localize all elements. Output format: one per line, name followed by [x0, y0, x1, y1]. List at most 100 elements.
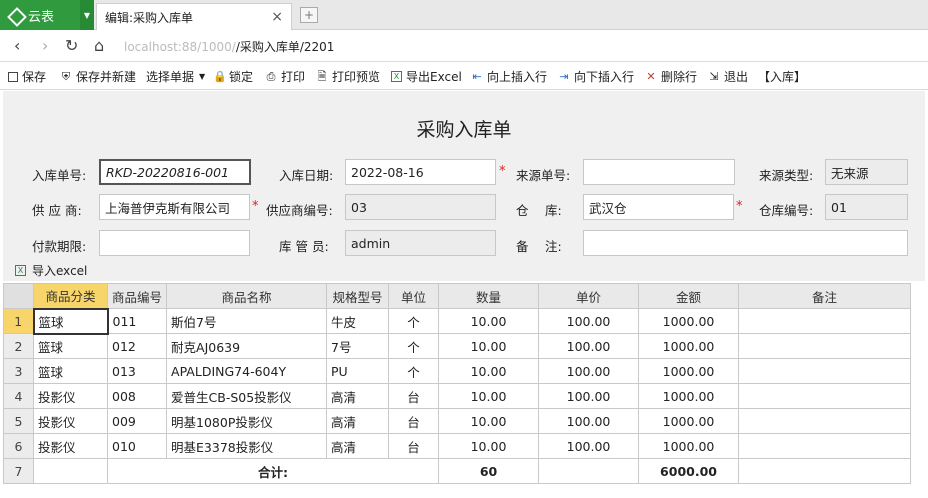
print-button[interactable]: ⎙ 打印	[265, 68, 305, 85]
grid-cell-cat[interactable]: 投影仪	[33, 383, 108, 409]
stock-in-button[interactable]: 【入库】	[758, 68, 806, 85]
grid-cell-price[interactable]: 100.00	[538, 358, 640, 384]
remark-label: 备 注:	[516, 239, 562, 254]
grid-cell-amount[interactable]: 1000.00	[638, 408, 740, 434]
order-no-field[interactable]: RKD-20220816-001	[99, 159, 251, 185]
column-header[interactable]: 单位	[388, 283, 440, 309]
app-menu-button[interactable]: 云表	[0, 0, 80, 30]
source-no-field[interactable]	[583, 159, 735, 185]
delete-row-button[interactable]: ✕ 删除行	[645, 68, 697, 85]
supplier-field[interactable]: 上海普伊克斯有限公司	[99, 194, 250, 220]
grid-cell-code[interactable]: 013	[106, 358, 168, 384]
exit-button[interactable]: ⇲ 退出	[708, 68, 748, 85]
grid-cell-name[interactable]: 明基E3378投影仪	[166, 433, 328, 459]
column-header[interactable]: 备注	[738, 283, 912, 309]
import-excel-button[interactable]: X 导入excel	[15, 262, 87, 279]
grid-cell-code[interactable]: 008	[106, 383, 168, 409]
grid-cell-amount[interactable]: 1000.00	[638, 358, 740, 384]
print-preview-button[interactable]: 🗎 打印预览	[316, 68, 380, 85]
back-icon[interactable]: ‹	[14, 36, 20, 55]
export-excel-button[interactable]: X 导出Excel	[391, 68, 462, 85]
grid-cell-unit[interactable]: 个	[388, 308, 440, 334]
row-number[interactable]: 2	[3, 333, 34, 359]
column-header[interactable]: 数量	[438, 283, 540, 309]
row-number[interactable]: 4	[3, 383, 34, 409]
grid-cell-qty[interactable]: 10.00	[438, 408, 540, 434]
close-icon[interactable]: ×	[271, 9, 283, 25]
select-document-button[interactable]: 选择单据 ▼	[146, 68, 208, 85]
payment-term-field[interactable]	[99, 230, 250, 256]
grid-cell-price[interactable]: 100.00	[538, 383, 640, 409]
grid-cell-amount[interactable]: 1000.00	[638, 383, 740, 409]
grid-cell-spec[interactable]: 7号	[326, 333, 390, 359]
grid-cell-name[interactable]: 爱普生CB-S05投影仪	[166, 383, 328, 409]
warehouse-field[interactable]: 武汉仓	[583, 194, 734, 220]
grid-cell-spec[interactable]: 高清	[326, 383, 390, 409]
grid-cell-name[interactable]: APALDING74-604Y	[166, 358, 328, 384]
grid-cell-spec[interactable]: 牛皮	[326, 308, 390, 334]
grid-cell-qty[interactable]: 10.00	[438, 358, 540, 384]
grid-cell-note[interactable]	[738, 358, 912, 384]
row-number[interactable]: 1	[3, 308, 34, 334]
grid-cell-cat[interactable]: 投影仪	[33, 408, 108, 434]
grid-cell-price[interactable]: 100.00	[538, 408, 640, 434]
grid-cell-unit[interactable]: 个	[388, 358, 440, 384]
url-field[interactable]: localhost:88/1000//采购入库单/2201	[124, 38, 334, 55]
tab-edit-receipt[interactable]: 编辑:采购入库单 ×	[96, 3, 292, 30]
grid-cell-name[interactable]: 斯伯7号	[166, 308, 328, 334]
insert-row-below-button[interactable]: ⇥ 向下插入行	[558, 68, 634, 85]
grid-cell-spec[interactable]: 高清	[326, 408, 390, 434]
grid-cell-code[interactable]: 011	[106, 308, 168, 334]
grid-cell-unit[interactable]: 台	[388, 383, 440, 409]
grid-cell-code[interactable]: 012	[106, 333, 168, 359]
reload-icon[interactable]: ↻	[65, 36, 78, 55]
grid-cell-name[interactable]: 明基1080P投影仪	[166, 408, 328, 434]
grid-cell-cat[interactable]: 篮球	[32, 307, 109, 335]
column-header[interactable]: 规格型号	[326, 283, 390, 309]
row-number[interactable]: 3	[3, 358, 34, 384]
grid-cell-amount[interactable]: 1000.00	[638, 433, 740, 459]
grid-cell-price[interactable]: 100.00	[538, 433, 640, 459]
row-number[interactable]: 5	[3, 408, 34, 434]
grid-cell-cat[interactable]: 篮球	[33, 333, 108, 359]
grid-cell-cat[interactable]: 投影仪	[33, 433, 108, 459]
column-header[interactable]: 金额	[638, 283, 740, 309]
grid-cell-amount[interactable]: 1000.00	[638, 333, 740, 359]
grid-cell-unit[interactable]: 个	[388, 333, 440, 359]
grid-cell-note[interactable]	[738, 408, 912, 434]
grid-cell-amount[interactable]: 1000.00	[638, 308, 740, 334]
grid-cell-unit[interactable]: 台	[388, 433, 440, 459]
grid-cell-price[interactable]: 100.00	[538, 333, 640, 359]
remark-field[interactable]	[583, 230, 908, 256]
grid-cell-name[interactable]: 耐克AJ0639	[166, 333, 328, 359]
column-header[interactable]: 单价	[538, 283, 640, 309]
save-and-new-button[interactable]: ⛨ 保存并新建	[60, 68, 136, 85]
grid-cell-note[interactable]	[738, 433, 912, 459]
grid-cell-code[interactable]: 010	[106, 433, 168, 459]
grid-cell-qty[interactable]: 10.00	[438, 333, 540, 359]
new-tab-icon[interactable]: +	[300, 7, 318, 23]
column-header[interactable]: 商品编号	[106, 283, 168, 309]
grid-cell-cat[interactable]: 篮球	[33, 358, 108, 384]
home-icon[interactable]: ⌂	[94, 36, 104, 55]
app-menu-dropdown-icon[interactable]: ▼	[80, 0, 94, 30]
grid-cell-spec[interactable]: PU	[326, 358, 390, 384]
column-header[interactable]: 商品名称	[166, 283, 328, 309]
grid-cell-unit[interactable]: 台	[388, 408, 440, 434]
grid-cell-note[interactable]	[738, 383, 912, 409]
grid-cell-code[interactable]: 009	[106, 408, 168, 434]
grid-cell-qty[interactable]: 10.00	[438, 383, 540, 409]
save-button[interactable]: 保存	[8, 68, 46, 85]
row-number[interactable]: 6	[3, 433, 34, 459]
lock-button[interactable]: 🔒 锁定	[213, 68, 253, 85]
date-field[interactable]: 2022-08-16	[345, 159, 496, 185]
insert-row-above-button[interactable]: ⇤ 向上插入行	[471, 68, 547, 85]
grid-cell-note[interactable]	[738, 333, 912, 359]
grid-cell-qty[interactable]: 10.00	[438, 433, 540, 459]
grid-cell-note[interactable]	[738, 308, 912, 334]
grid-cell-spec[interactable]: 高清	[326, 433, 390, 459]
grid-cell-price[interactable]: 100.00	[538, 308, 640, 334]
forward-icon[interactable]: ›	[42, 36, 48, 55]
grid-cell-qty[interactable]: 10.00	[438, 308, 540, 334]
column-header[interactable]: 商品分类	[33, 283, 108, 309]
